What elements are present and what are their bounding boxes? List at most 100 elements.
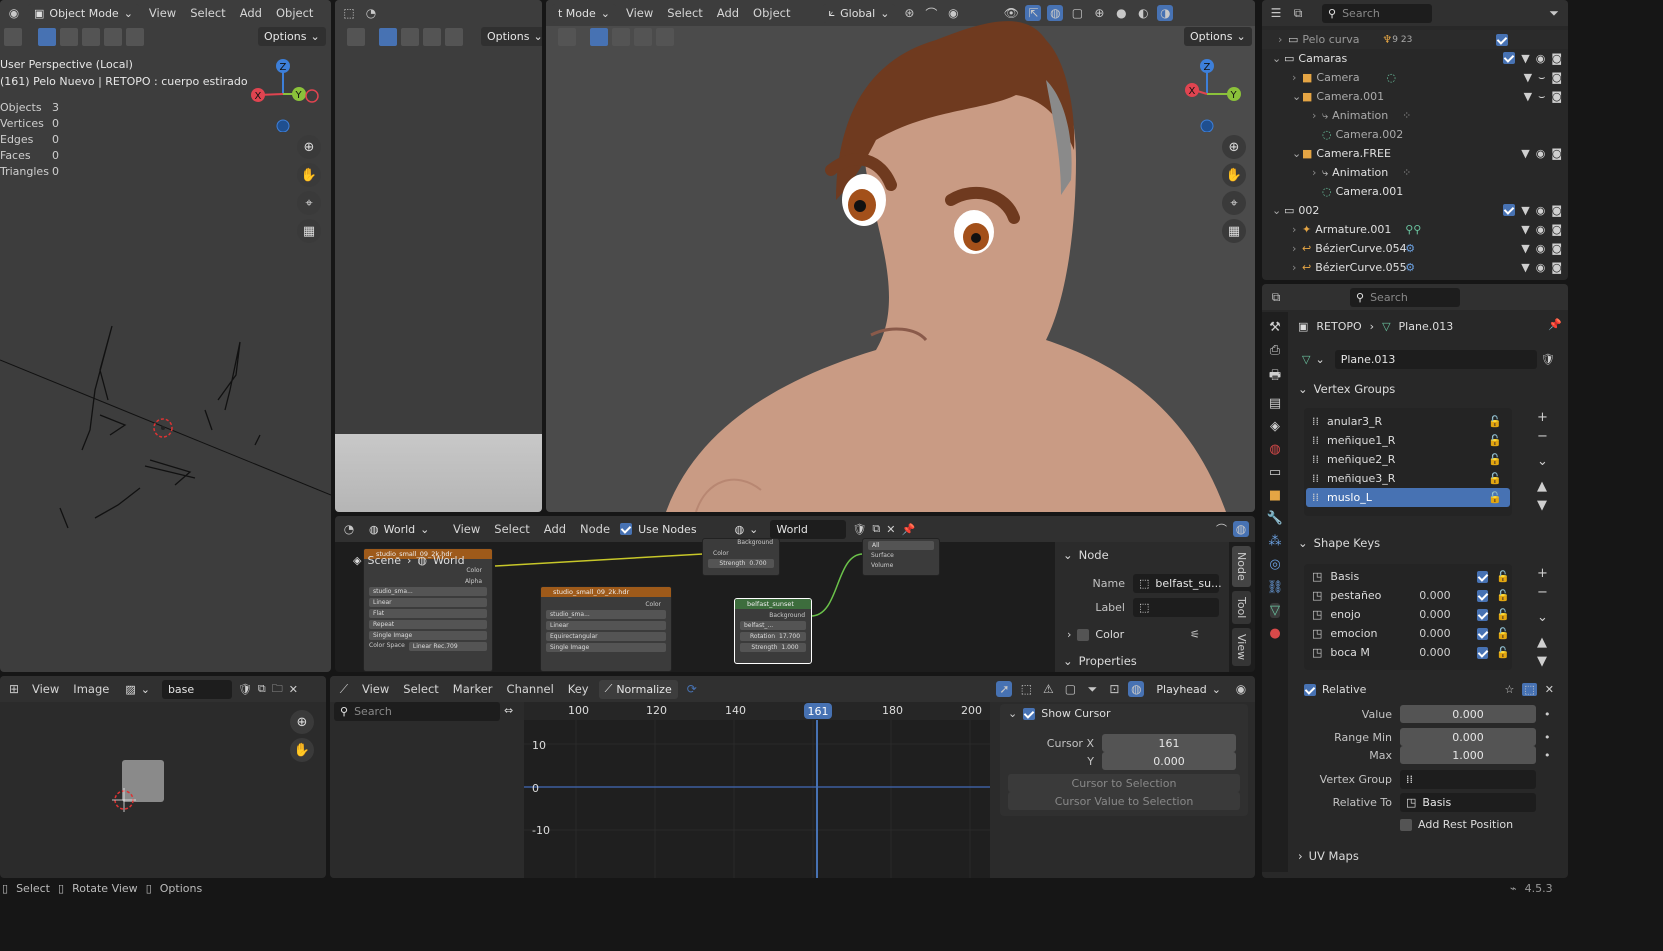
mute-checkbox[interactable] [1476,589,1489,602]
strength-field[interactable]: Strength 0.700 [708,559,774,568]
fake-user-icon[interactable]: 🛡 [1541,353,1555,366]
node-color-checkbox[interactable] [1077,628,1090,641]
tool-tab-icon[interactable]: ⚒ [1269,320,1281,335]
list-item[interactable]: ◳ enojo 0.000 🔓 [1306,605,1510,624]
move-down-icon[interactable]: ▼ [1537,654,1548,669]
collection-tab-icon[interactable]: ▭ [1269,465,1281,480]
camera-render-icon[interactable]: ◙ [1551,242,1562,255]
select-arrow-icon[interactable]: ▼ [1521,223,1529,236]
menu-view[interactable]: View [358,682,393,696]
image-browse-dropdown[interactable]: ▨ ⌄ [119,679,156,699]
menu-select[interactable]: Select [399,682,442,696]
exclude-checkbox[interactable] [1496,33,1508,46]
list-item[interactable]: ◳ boca M 0.000 🔓 [1306,643,1510,662]
open-image-icon[interactable]: 🗀 [272,680,283,699]
navigation-gizmo[interactable]: Z Y X [246,56,322,132]
unlink-icon[interactable]: ✕ [289,683,298,696]
source-dropdown[interactable]: Single Image [546,643,666,652]
menu-key[interactable]: Key [564,682,593,696]
zoom-icon[interactable]: ⊕ [1222,135,1246,159]
tab-node[interactable]: Node [1232,546,1251,587]
menu-add[interactable]: Add [236,6,266,20]
clear-icon[interactable]: ✕ [1545,683,1554,696]
shape-keys-panel-header[interactable]: ⌄ Shape Keys [1298,536,1380,550]
proportional-icon[interactable]: ◉ [1233,681,1249,697]
menu-channel[interactable]: Channel [503,682,558,696]
outliner-row[interactable]: ◌ Camera.002 [1262,125,1568,144]
options-dropdown[interactable]: Options ⌄ [258,27,326,46]
color-space-dropdown[interactable]: Linear Rec.709 [408,642,487,651]
select-intersect-icon[interactable] [126,28,144,46]
camera-render-icon[interactable]: ◙ [1551,223,1562,236]
fake-user-icon[interactable]: 🛡 [238,683,252,696]
relative-checkbox[interactable] [1304,683,1316,696]
new-image-icon[interactable]: ⧉ [258,682,266,696]
list-item[interactable]: ◳ pestañeo 0.000 🔓 [1306,586,1510,605]
vertex-group-field[interactable]: ⁞⁞ [1400,770,1536,789]
select-new-icon[interactable] [379,28,397,46]
shape-key-menu-icon[interactable]: ⌄ [1537,610,1548,625]
show-hidden-icon[interactable]: ⬚ [1018,681,1034,697]
range-max-field[interactable]: 1.000 [1400,746,1536,764]
overlay-icon[interactable]: ◔ [363,5,379,21]
outliner-row[interactable]: › ▭ Pelo curva ♆ 9 23 [1262,30,1568,49]
select-arrow-icon[interactable]: ▼ [1521,242,1529,255]
pan-hand-icon[interactable]: ✋ [290,738,314,762]
menu-marker[interactable]: Marker [449,682,497,696]
render-tab-icon[interactable]: ⎙ [1270,343,1280,358]
eye-icon[interactable]: ◉ [1536,52,1546,65]
image-name-field[interactable]: base [161,679,232,699]
filter-icon[interactable]: ⏷ [1084,681,1100,697]
pivot-icon[interactable]: ⊡ [1106,681,1122,697]
graph-region[interactable]: 100 120 140 180 200 161 10 0 -10 [524,702,990,878]
source-dropdown[interactable]: Single Image [369,631,487,640]
strength-field[interactable]: Strength 1.000 [740,643,806,652]
node-name-field[interactable]: ⬚ belfast_su... [1133,574,1222,593]
eye-icon[interactable]: ◉ [1536,223,1546,236]
viewport-left[interactable]: ◉ ▣ Object Mode ⌄ View Select Add Object … [0,0,331,672]
select-invert-icon[interactable] [104,28,122,46]
ghost-icon[interactable]: ▢ [1062,681,1078,697]
vertex-group-menu-icon[interactable]: ⌄ [1537,454,1548,469]
pin-shape-icon[interactable]: ☆ [1505,683,1515,696]
select-extend-icon[interactable] [401,28,419,46]
target-dropdown[interactable]: All [868,541,934,550]
select-arrow-icon[interactable]: ▼ [1521,204,1529,217]
cursor-value-to-selection-button[interactable]: Cursor Value to Selection [1008,792,1240,810]
eye-icon[interactable]: ◉ [1536,242,1546,255]
scene-tab-icon[interactable]: ◈ [1270,419,1280,434]
node-panel-header[interactable]: ⌄ Node [1063,548,1109,562]
select-subtract-icon[interactable] [423,28,441,46]
move-down-icon[interactable]: ▼ [1537,498,1548,513]
belfast-sunset-node[interactable]: belfast_sunset Background belfast_... Ro… [734,598,812,664]
list-item-selected[interactable]: ⁞⁞ muslo_L 🔓 [1306,488,1510,507]
current-frame-indicator[interactable]: 161 [804,703,832,719]
editor-type-icon[interactable]: ⧉ [1268,289,1284,305]
outliner-row[interactable]: ⌄ ■ Camera.FREE ▼ ◉ ◙ [1262,144,1568,163]
rotation-field[interactable]: Rotation 17.700 [740,632,806,641]
lock-icon[interactable]: 🔓 [1496,608,1510,621]
pin-icon[interactable]: 📌 [1548,318,1562,331]
menu-view[interactable]: View [145,6,180,20]
image-selector[interactable]: belfast_... [740,621,806,630]
viewport-main[interactable]: t Mode ⌄ View Select Add Object ⟀ Global … [546,0,1255,512]
mute-checkbox[interactable] [1476,646,1489,659]
add-vertex-group-button[interactable]: + [1537,410,1548,425]
select-tool-button[interactable] [347,28,365,46]
properties-search-input[interactable]: ⚲ Search [1350,287,1460,307]
list-item[interactable]: ⁞⁞ anular3_R 🔓 [1306,412,1510,431]
show-cursor-checkbox[interactable] [1023,707,1036,720]
image-selector[interactable]: studio_sma... [369,587,487,596]
camera-render-icon[interactable]: ◙ [1551,261,1562,274]
cursor-y-field[interactable]: 0.000 [1102,752,1236,770]
navigation-gizmo[interactable]: Z Y X [1170,56,1246,132]
world-tab-icon[interactable]: ◍ [1269,442,1280,457]
color-presets-icon[interactable]: ⚟ [1190,628,1200,641]
select-invert-icon[interactable] [445,28,463,46]
pan-hand-icon[interactable]: ✋ [1222,163,1246,187]
select-arrow-icon[interactable]: ▼ [1521,147,1529,160]
edit-mode-shape-icon[interactable]: ⬚ [1522,683,1537,696]
add-rest-position-checkbox[interactable] [1400,818,1412,831]
editor-type-icon[interactable]: ⊞ [6,681,22,697]
eye-icon[interactable]: ◉ [1536,147,1546,160]
